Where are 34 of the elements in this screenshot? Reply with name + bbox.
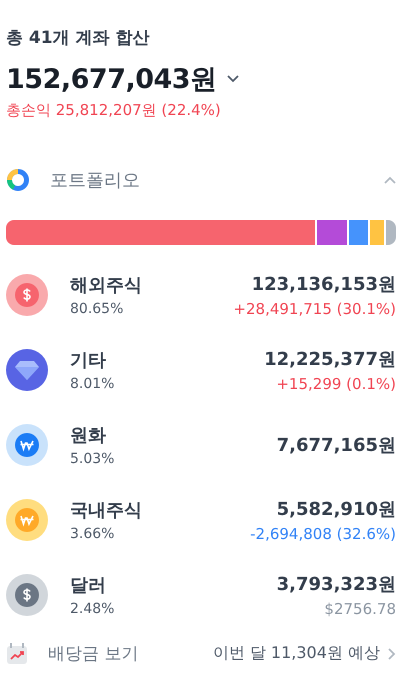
asset-share: 5.03%: [70, 450, 116, 466]
asset-amount: 5,582,910원: [276, 498, 396, 520]
total-profit: 총손익 25,812,207원 (22.4%): [6, 101, 222, 120]
calendar-chart-icon: [6, 642, 28, 664]
asset-name: 국내주식: [70, 498, 143, 522]
dollar-icon: [6, 274, 48, 316]
chevron-down-icon[interactable]: [226, 75, 239, 83]
asset-change: -2,694,808 (32.6%): [250, 524, 396, 542]
asset-amount: 7,677,165원: [276, 434, 396, 456]
asset-share: 80.65%: [70, 300, 124, 316]
won-icon: [6, 424, 48, 466]
asset-name: 원화: [70, 424, 107, 446]
asset-share: 2.48%: [70, 600, 116, 616]
dividend-estimate: 이번 달 11,304원 예상: [212, 643, 380, 664]
donut-chart-icon: [6, 168, 30, 192]
asset-change: $2756.78: [324, 600, 396, 618]
total-amount: 152,677,043원: [6, 63, 217, 97]
asset-amount: 123,136,153원: [252, 272, 396, 296]
asset-change: +15,299 (0.1%): [276, 374, 396, 392]
asset-name: 기타: [70, 348, 107, 372]
asset-share: 3.66%: [70, 526, 116, 542]
accounts-title: 총 41개 계좌 합산: [6, 27, 150, 49]
portfolio-title: 포트폴리오: [50, 169, 141, 192]
asset-amount: 12,225,377원: [264, 348, 396, 370]
asset-amount: 3,793,323원: [276, 572, 396, 596]
asset-name: 달러: [70, 574, 107, 596]
dividend-link[interactable]: 배당금 보기: [48, 642, 213, 665]
dollar-icon: [6, 574, 48, 616]
chevron-right-icon[interactable]: [388, 648, 396, 660]
asset-change: +28,491,715 (30.1%): [233, 300, 396, 318]
chevron-up-icon[interactable]: [384, 176, 396, 184]
asset-share: 8.01%: [70, 376, 116, 392]
won-icon: [6, 498, 48, 540]
asset-name: 해외주식: [70, 274, 143, 296]
